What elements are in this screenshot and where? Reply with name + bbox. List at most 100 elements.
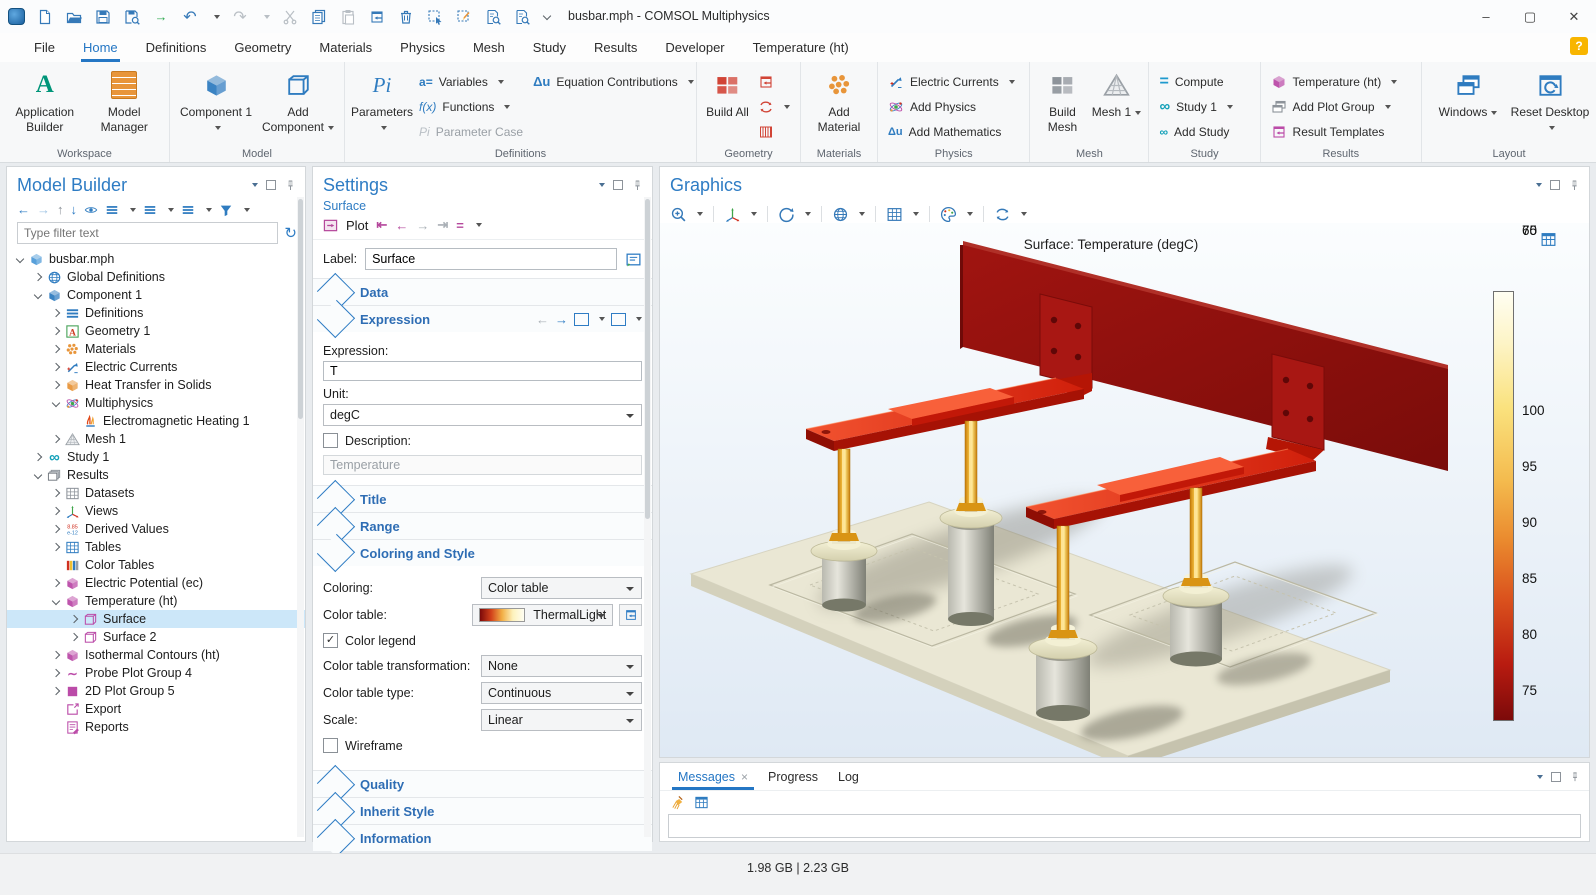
tab-progress[interactable]: Progress [758, 763, 828, 790]
settings-scrollbar[interactable] [644, 197, 651, 837]
tab-materials[interactable]: Materials [305, 33, 386, 62]
tab-study[interactable]: Study [519, 33, 580, 62]
add-mathematics-button[interactable]: Δu Add Mathematics [884, 119, 1019, 144]
graphics-canvas[interactable]: Surface: Temperature (degC) 100 95 90 85… [660, 223, 1589, 757]
tree-item-derived-values[interactable]: Derived Values [7, 520, 305, 538]
model-builder-scrollbar[interactable] [297, 197, 304, 837]
parameters-button[interactable]: Pi Parameters [351, 66, 413, 135]
electric-currents-button[interactable]: Electric Currents [884, 69, 1019, 94]
color-legend-checkbox[interactable]: ✓ [323, 633, 338, 648]
update-icon[interactable] [994, 206, 1011, 223]
filter-icon[interactable] [219, 203, 233, 217]
tree-item-definitions[interactable]: Definitions [7, 304, 305, 322]
add-color-table-button[interactable] [619, 604, 642, 626]
panel-menu-icon[interactable] [1537, 775, 1543, 779]
tab-physics[interactable]: Physics [386, 33, 459, 62]
clear-messages-icon[interactable] [670, 795, 685, 810]
section-data[interactable]: Data [313, 278, 652, 305]
windows-button[interactable]: Windows [1428, 66, 1508, 120]
expand-all-icon[interactable] [143, 203, 157, 217]
tab-temperature-ht[interactable]: Temperature (ht) [739, 33, 863, 62]
equation-contributions-button[interactable]: Δu Equation Contributions [529, 69, 698, 94]
move-down-icon[interactable]: ↓ [71, 202, 78, 217]
expression-input[interactable] [323, 361, 642, 381]
study-1-button[interactable]: ∞ Study 1 [1155, 94, 1236, 119]
float-panel-icon[interactable] [1550, 180, 1560, 190]
undo-caret-icon[interactable] [214, 15, 220, 19]
find-replace-button[interactable] [513, 8, 531, 26]
minimize-button[interactable]: – [1464, 0, 1508, 33]
grid-icon[interactable] [886, 206, 903, 223]
new-file-button[interactable] [36, 8, 54, 26]
label-input[interactable] [365, 248, 617, 270]
color-icon[interactable] [940, 206, 957, 223]
tab-geometry[interactable]: Geometry [220, 33, 305, 62]
select-box-button[interactable] [426, 8, 444, 26]
add-material-button[interactable]: Add Material [807, 66, 871, 135]
add-component-button[interactable]: Add Component [258, 66, 338, 135]
add-plot-group-button[interactable]: Add Plot Group [1267, 94, 1402, 119]
undo-button[interactable]: ↶ [181, 8, 199, 26]
mesh-1-button[interactable]: Mesh 1 [1090, 66, 1142, 120]
scale-dropdown[interactable]: Linear [481, 709, 642, 731]
tree-item-em-heating[interactable]: Electromagnetic Heating 1 [7, 412, 305, 430]
tree-item-views[interactable]: Views [7, 502, 305, 520]
description-checkbox[interactable] [323, 433, 338, 448]
result-templates-button[interactable]: Result Templates [1267, 119, 1402, 144]
reset-desktop-button[interactable]: Reset Desktop [1510, 66, 1590, 135]
tab-log[interactable]: Log [828, 763, 869, 790]
scene-icon[interactable] [832, 206, 849, 223]
tree-item-heat-transfer[interactable]: Heat Transfer in Solids [7, 376, 305, 394]
duplicate-button[interactable] [368, 8, 386, 26]
tree-item-surface-2[interactable]: Surface 2 [7, 628, 305, 646]
tree-item-study-1[interactable]: ∞Study 1 [7, 448, 305, 466]
tree-item-probe-plot-group-4[interactable]: ∼Probe Plot Group 4 [7, 664, 305, 682]
tab-definitions[interactable]: Definitions [132, 33, 221, 62]
replace-expression-icon[interactable] [574, 313, 589, 326]
find-button[interactable] [484, 8, 502, 26]
plot-button[interactable]: Plot [346, 218, 368, 233]
update-geometry-button[interactable] [754, 94, 794, 119]
section-coloring-style[interactable]: Coloring and Style [313, 539, 652, 566]
pin-icon[interactable] [1568, 179, 1581, 192]
float-panel-icon[interactable] [266, 180, 276, 190]
tab-mesh[interactable]: Mesh [459, 33, 519, 62]
tree-item-results[interactable]: Results [7, 466, 305, 484]
functions-button[interactable]: f(x) Functions [415, 94, 527, 119]
pin-icon[interactable] [1569, 771, 1581, 783]
go-back-icon[interactable]: ← [17, 202, 30, 217]
save-button[interactable] [94, 8, 112, 26]
section-inherit-style[interactable]: Inherit Style [313, 797, 652, 824]
tab-file[interactable]: File [20, 33, 69, 62]
tree-item-multiphysics[interactable]: Multiphysics [7, 394, 305, 412]
panel-menu-icon[interactable] [1536, 183, 1542, 187]
tree-item-busbar[interactable]: busbar.mph [7, 250, 305, 268]
section-expression[interactable]: Expression ← → [313, 305, 652, 332]
zoom-icon[interactable] [670, 206, 687, 223]
build-all-button[interactable]: Build All [703, 66, 752, 120]
section-title[interactable]: Title [313, 485, 652, 512]
tree-item-color-tables[interactable]: Color Tables [7, 556, 305, 574]
tree-filter-input[interactable] [17, 222, 278, 244]
tree-item-geometry-1[interactable]: Geometry 1 [7, 322, 305, 340]
run-button[interactable]: → [152, 8, 170, 26]
tree-item-datasets[interactable]: Datasets [7, 484, 305, 502]
wireframe-checkbox[interactable] [323, 738, 338, 753]
tree-item-materials[interactable]: Materials [7, 340, 305, 358]
coloring-dropdown[interactable]: Color table [481, 577, 642, 599]
refresh-icon[interactable]: ↻ [284, 224, 297, 242]
tree-item-mesh-1[interactable]: Mesh 1 [7, 430, 305, 448]
copy-button[interactable] [310, 8, 328, 26]
help-icon[interactable]: ? [1570, 37, 1588, 55]
maximize-button[interactable]: ▢ [1508, 0, 1552, 33]
redo-button[interactable]: ↷ [231, 8, 249, 26]
variables-button[interactable]: a= Variables [415, 69, 527, 94]
close-button[interactable]: ✕ [1552, 0, 1596, 33]
tab-home[interactable]: Home [69, 33, 132, 62]
plot-icon[interactable] [323, 218, 338, 233]
tree-item-electric-potential[interactable]: Electric Potential (ec) [7, 574, 305, 592]
save-as-button[interactable] [123, 8, 141, 26]
pin-icon[interactable] [284, 179, 297, 192]
collapse-all-icon[interactable] [105, 203, 119, 217]
tree-item-temperature-ht[interactable]: Temperature (ht) [7, 592, 305, 610]
